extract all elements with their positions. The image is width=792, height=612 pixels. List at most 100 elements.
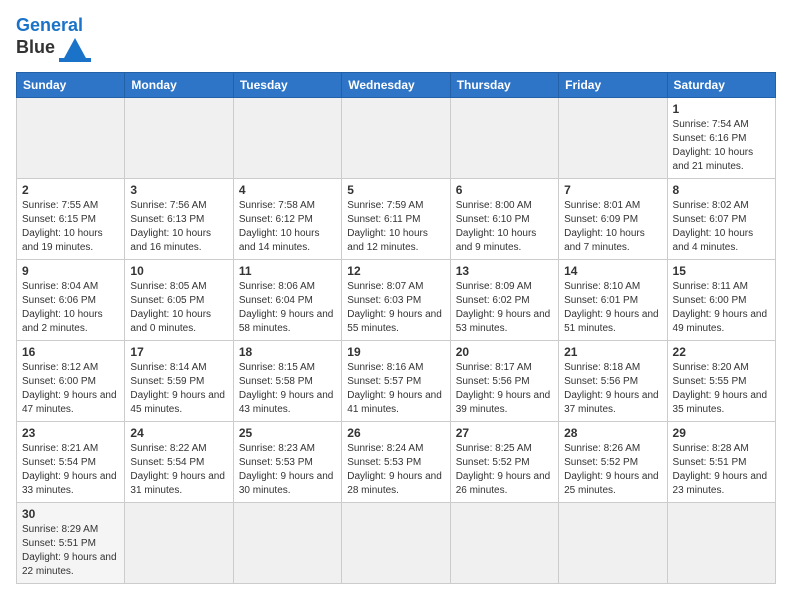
calendar-cell: 1Sunrise: 7:54 AM Sunset: 6:16 PM Daylig… (667, 97, 775, 178)
day-info: Sunrise: 8:02 AM Sunset: 6:07 PM Dayligh… (673, 199, 770, 255)
day-number: 12 (347, 264, 444, 278)
day-number: 22 (673, 345, 770, 359)
day-info: Sunrise: 8:17 AM Sunset: 5:56 PM Dayligh… (456, 361, 553, 417)
day-number: 16 (22, 345, 119, 359)
calendar-cell: 27 Sunrise: 8:25 AM Sunset: 5:52 PM Dayli… (450, 421, 558, 502)
day-number: 21 (564, 345, 661, 359)
calendar-cell: 9 Sunrise: 8:04 AM Sunset: 6:06 PM Daylig… (17, 259, 125, 340)
day-info: Sunrise: 8:09 AM Sunset: 6:02 PM Dayligh… (456, 280, 553, 336)
day-number: 1 (673, 102, 770, 116)
day-number: 8 (673, 183, 770, 197)
day-info: Sunrise: 8:23 AM Sunset: 5:53 PM Dayligh… (239, 442, 336, 498)
day-header-tuesday: Tuesday (233, 72, 341, 97)
calendar-cell: 18 Sunrise: 8:15 AM Sunset: 5:58 PM Dayli… (233, 340, 341, 421)
calendar-cell: 28Sunrise: 8:26 AM Sunset: 5:52 PM Dayli… (559, 421, 667, 502)
day-number: 7 (564, 183, 661, 197)
calendar-cell (342, 97, 450, 178)
calendar-cell: 19 Sunrise: 8:16 AM Sunset: 5:57 PM Dayli… (342, 340, 450, 421)
day-number: 13 (456, 264, 553, 278)
calendar-cell: 24 Sunrise: 8:22 AM Sunset: 5:54 PM Dayli… (125, 421, 233, 502)
calendar-table: SundayMondayTuesdayWednesdayThursdayFrid… (16, 72, 776, 584)
calendar-cell (17, 97, 125, 178)
day-number: 9 (22, 264, 119, 278)
calendar-week-row: 2Sunrise: 7:55 AM Sunset: 6:15 PM Daylig… (17, 178, 776, 259)
calendar-cell: 22 Sunrise: 8:20 AM Sunset: 5:55 PM Dayli… (667, 340, 775, 421)
day-info: Sunrise: 8:22 AM Sunset: 5:54 PM Dayligh… (130, 442, 227, 498)
calendar-cell: 23 Sunrise: 8:21 AM Sunset: 5:54 PM Dayli… (17, 421, 125, 502)
calendar-cell: 20 Sunrise: 8:17 AM Sunset: 5:56 PM Dayli… (450, 340, 558, 421)
calendar-cell: 17 Sunrise: 8:14 AM Sunset: 5:59 PM Dayli… (125, 340, 233, 421)
calendar-cell (342, 502, 450, 583)
day-info: Sunrise: 8:04 AM Sunset: 6:06 PM Dayligh… (22, 280, 119, 336)
calendar-cell: 13 Sunrise: 8:09 AM Sunset: 6:02 PM Dayli… (450, 259, 558, 340)
day-info: Sunrise: 8:24 AM Sunset: 5:53 PM Dayligh… (347, 442, 444, 498)
day-number: 19 (347, 345, 444, 359)
calendar-cell: 2Sunrise: 7:55 AM Sunset: 6:15 PM Daylig… (17, 178, 125, 259)
day-number: 17 (130, 345, 227, 359)
calendar-cell: 7 Sunrise: 8:01 AM Sunset: 6:09 PM Daylig… (559, 178, 667, 259)
day-info: Sunrise: 8:28 AM Sunset: 5:51 PM Dayligh… (673, 442, 770, 498)
day-number: 27 (456, 426, 553, 440)
calendar-cell: 26 Sunrise: 8:24 AM Sunset: 5:53 PM Dayli… (342, 421, 450, 502)
day-number: 10 (130, 264, 227, 278)
calendar-week-row: 23 Sunrise: 8:21 AM Sunset: 5:54 PM Dayli… (17, 421, 776, 502)
day-info: Sunrise: 8:01 AM Sunset: 6:09 PM Dayligh… (564, 199, 661, 255)
day-number: 25 (239, 426, 336, 440)
page-header: General Blue (16, 16, 776, 62)
calendar-week-row: 16 Sunrise: 8:12 AM Sunset: 6:00 PM Dayli… (17, 340, 776, 421)
day-info: Sunrise: 8:25 AM Sunset: 5:52 PM Dayligh… (456, 442, 553, 498)
day-info: Sunrise: 8:16 AM Sunset: 5:57 PM Dayligh… (347, 361, 444, 417)
logo-triangle-icon (59, 34, 91, 62)
calendar-cell (125, 502, 233, 583)
day-number: 26 (347, 426, 444, 440)
calendar-cell: 3 Sunrise: 7:56 AM Sunset: 6:13 PM Daylig… (125, 178, 233, 259)
day-header-sunday: Sunday (17, 72, 125, 97)
day-info: Sunrise: 8:10 AM Sunset: 6:01 PM Dayligh… (564, 280, 661, 336)
calendar-cell: 10 Sunrise: 8:05 AM Sunset: 6:05 PM Dayli… (125, 259, 233, 340)
day-info: Sunrise: 8:29 AM Sunset: 5:51 PM Dayligh… (22, 523, 119, 579)
day-info: Sunrise: 8:07 AM Sunset: 6:03 PM Dayligh… (347, 280, 444, 336)
logo-text2: Blue (16, 38, 55, 58)
day-number: 20 (456, 345, 553, 359)
calendar-week-row: 9 Sunrise: 8:04 AM Sunset: 6:06 PM Daylig… (17, 259, 776, 340)
day-info: Sunrise: 8:14 AM Sunset: 5:59 PM Dayligh… (130, 361, 227, 417)
day-info: Sunrise: 8:00 AM Sunset: 6:10 PM Dayligh… (456, 199, 553, 255)
logo: General Blue (16, 16, 91, 62)
day-info: Sunrise: 8:11 AM Sunset: 6:00 PM Dayligh… (673, 280, 770, 336)
day-number: 23 (22, 426, 119, 440)
calendar-cell: 12 Sunrise: 8:07 AM Sunset: 6:03 PM Dayli… (342, 259, 450, 340)
day-number: 3 (130, 183, 227, 197)
day-number: 6 (456, 183, 553, 197)
calendar-cell: 21 Sunrise: 8:18 AM Sunset: 5:56 PM Dayli… (559, 340, 667, 421)
day-number: 5 (347, 183, 444, 197)
calendar-cell: 30Sunrise: 8:29 AM Sunset: 5:51 PM Dayli… (17, 502, 125, 583)
day-info: Sunrise: 8:18 AM Sunset: 5:56 PM Dayligh… (564, 361, 661, 417)
day-number: 29 (673, 426, 770, 440)
calendar-header-row: SundayMondayTuesdayWednesdayThursdayFrid… (17, 72, 776, 97)
calendar-cell (667, 502, 775, 583)
day-number: 4 (239, 183, 336, 197)
day-number: 24 (130, 426, 227, 440)
day-number: 18 (239, 345, 336, 359)
calendar-cell (450, 97, 558, 178)
day-info: Sunrise: 7:56 AM Sunset: 6:13 PM Dayligh… (130, 199, 227, 255)
calendar-cell: 14 Sunrise: 8:10 AM Sunset: 6:01 PM Dayli… (559, 259, 667, 340)
day-info: Sunrise: 8:21 AM Sunset: 5:54 PM Dayligh… (22, 442, 119, 498)
calendar-cell (233, 502, 341, 583)
calendar-cell (559, 97, 667, 178)
day-info: Sunrise: 8:15 AM Sunset: 5:58 PM Dayligh… (239, 361, 336, 417)
day-info: Sunrise: 8:05 AM Sunset: 6:05 PM Dayligh… (130, 280, 227, 336)
day-number: 15 (673, 264, 770, 278)
day-number: 14 (564, 264, 661, 278)
calendar-cell: 15 Sunrise: 8:11 AM Sunset: 6:00 PM Dayli… (667, 259, 775, 340)
calendar-cell: 6 Sunrise: 8:00 AM Sunset: 6:10 PM Daylig… (450, 178, 558, 259)
day-header-wednesday: Wednesday (342, 72, 450, 97)
day-info: Sunrise: 8:12 AM Sunset: 6:00 PM Dayligh… (22, 361, 119, 417)
day-number: 11 (239, 264, 336, 278)
calendar-cell: 16 Sunrise: 8:12 AM Sunset: 6:00 PM Dayli… (17, 340, 125, 421)
day-header-thursday: Thursday (450, 72, 558, 97)
day-info: Sunrise: 8:20 AM Sunset: 5:55 PM Dayligh… (673, 361, 770, 417)
calendar-cell (233, 97, 341, 178)
calendar-cell: 25 Sunrise: 8:23 AM Sunset: 5:53 PM Dayli… (233, 421, 341, 502)
day-info: Sunrise: 7:55 AM Sunset: 6:15 PM Dayligh… (22, 199, 119, 255)
